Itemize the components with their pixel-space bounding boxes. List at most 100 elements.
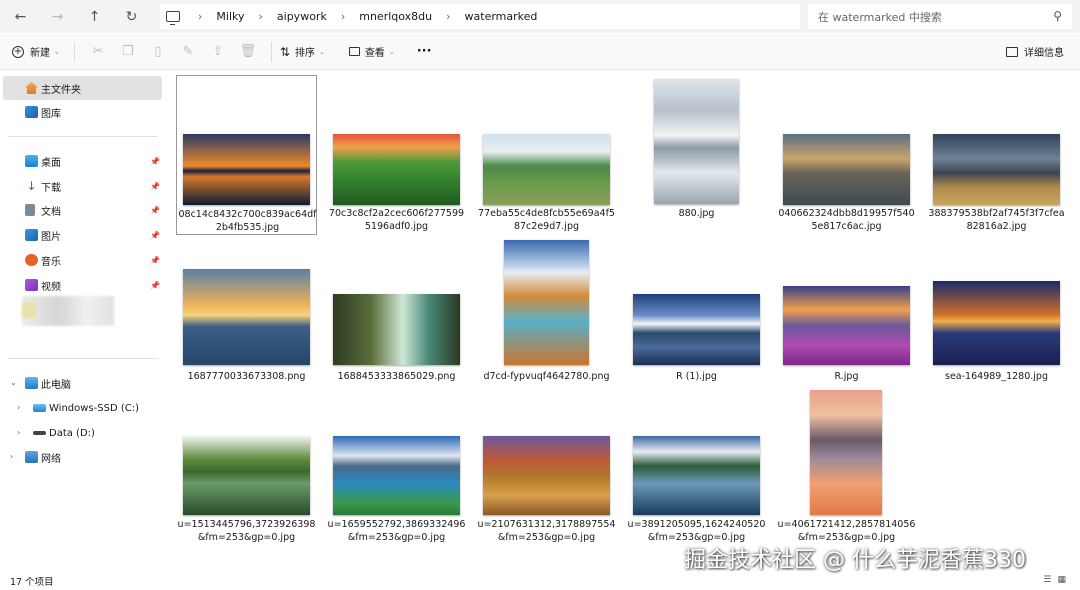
sidebar-item-videos[interactable]: 视频 📌: [3, 273, 162, 297]
breadcrumb-item-current[interactable]: watermarked: [465, 10, 538, 23]
chevron-down-icon: ⌄: [318, 47, 325, 56]
sort-button[interactable]: ⇅ 排序 ⌄: [280, 34, 325, 70]
file-name: u=4061721412,2857814056&fm=253&gp=0.jpg: [777, 519, 916, 543]
paste-icon[interactable]: ▯: [143, 34, 173, 70]
sidebar-item-label: 音乐: [41, 256, 61, 268]
sidebar-item-label: 图库: [41, 108, 61, 120]
file-name: 040662324dbb8d19957f5405e817c6ac.jpg: [778, 208, 915, 232]
view-toggle: ☰ ▦: [1043, 575, 1066, 585]
thumbnail: [504, 240, 589, 365]
breadcrumb[interactable]: › Milky › aipywork › mnerlqox8du › water…: [160, 4, 800, 29]
breadcrumb-item[interactable]: Milky: [216, 10, 244, 23]
sidebar-item-pictures[interactable]: 图片 📌: [3, 223, 162, 247]
chevron-down-icon: ⌄: [54, 47, 60, 56]
file-name: 1688453333865029.png: [337, 371, 456, 382]
pin-icon[interactable]: 📌: [150, 206, 160, 215]
details-pane-button[interactable]: 详细信息: [1006, 34, 1064, 70]
file-tile[interactable]: R.jpg: [776, 235, 917, 395]
rename-icon[interactable]: ✎: [173, 34, 203, 70]
thumbnail: [333, 436, 460, 515]
delete-icon[interactable]: 🗑: [233, 34, 263, 70]
file-tile[interactable]: 880.jpg: [626, 75, 767, 235]
navigation-pane: 主文件夹 图库 桌面 📌 ↓ 下载 📌 文档 📌 图片 📌 音乐 📌 视频 📌 …: [0, 70, 166, 572]
file-tile[interactable]: 08c14c8432c700c839ac64df2b4fb535.jpg: [176, 75, 317, 235]
command-bar: + 新建 ⌄ ✂ ❐ ▯ ✎ ⇪ 🗑 ⇅ 排序 ⌄ 查看 ⌄ ··· 详细信息: [0, 34, 1080, 70]
drive-icon: [33, 431, 46, 435]
file-tile[interactable]: u=1513445796,3723926398&fm=253&gp=0.jpg: [176, 387, 317, 547]
pin-icon[interactable]: 📌: [150, 281, 160, 290]
pin-icon[interactable]: 📌: [150, 231, 160, 240]
up-button[interactable]: ↑: [76, 0, 113, 33]
copy-icon[interactable]: ❐: [113, 34, 143, 70]
sidebar-item-label: 主文件夹: [41, 84, 81, 96]
videos-icon: [25, 279, 38, 291]
computer-icon: [25, 377, 38, 389]
sidebar-item-downloads[interactable]: ↓ 下载 📌: [3, 174, 162, 198]
thumbnail: [933, 281, 1060, 365]
thumbnail: [783, 134, 910, 205]
sidebar-item-desktop[interactable]: 桌面 📌: [3, 149, 162, 173]
cut-icon[interactable]: ✂: [83, 34, 113, 70]
pin-icon[interactable]: 📌: [150, 182, 160, 191]
view-icon: [348, 47, 360, 56]
file-tile[interactable]: 70c3c8cf2a2cec606f2775995196adf0.jpg: [326, 75, 467, 235]
file-tile[interactable]: 388379538bf2af745f3f7cfea82816a2.jpg: [926, 75, 1067, 235]
watermark-text: 掘金技术社区 @ 什么芋泥香蕉330: [684, 548, 1026, 573]
new-button[interactable]: + 新建 ⌄: [12, 34, 60, 70]
sidebar-item-network[interactable]: 网络: [3, 445, 162, 469]
network-icon: [25, 451, 38, 463]
view-label: 查看: [364, 48, 385, 59]
file-tile[interactable]: u=4061721412,2857814056&fm=253&gp=0.jpg: [776, 387, 917, 547]
sidebar-item-drive-c[interactable]: Windows-SSD (C:): [3, 396, 162, 420]
pin-icon[interactable]: 📌: [150, 256, 160, 265]
file-tile[interactable]: u=2107631312,3178897554&fm=253&gp=0.jpg: [476, 387, 617, 547]
download-icon: ↓: [26, 179, 37, 193]
sidebar-item-documents[interactable]: 文档 📌: [3, 198, 162, 222]
refresh-button[interactable]: ↻: [113, 0, 150, 33]
thumbnail: [333, 134, 460, 205]
details-view-icon[interactable]: ☰: [1043, 575, 1051, 585]
file-tile[interactable]: 1688453333865029.png: [326, 235, 467, 395]
thumbnail: [483, 134, 610, 205]
sidebar-item-label: 网络: [41, 453, 61, 465]
tiles-view-icon[interactable]: ▦: [1057, 575, 1066, 585]
file-name: u=1513445796,3723926398&fm=253&gp=0.jpg: [177, 519, 316, 543]
file-tile[interactable]: 040662324dbb8d19957f5405e817c6ac.jpg: [776, 75, 917, 235]
sort-icon: ⇅: [279, 44, 290, 59]
sidebar-item-drive-d[interactable]: Data (D:): [3, 421, 162, 445]
file-tile[interactable]: 1687770033673308.png: [176, 235, 317, 395]
breadcrumb-item[interactable]: mnerlqox8du: [359, 10, 432, 23]
sidebar-item-this-pc[interactable]: 此电脑: [3, 371, 162, 395]
divider: [8, 136, 158, 137]
file-name: 70c3c8cf2a2cec606f2775995196adf0.jpg: [328, 208, 465, 232]
file-name: sea-164989_1280.jpg: [945, 371, 1048, 382]
divider: [8, 358, 158, 359]
more-options-button[interactable]: ···: [417, 34, 432, 70]
breadcrumb-item[interactable]: aipywork: [277, 10, 327, 23]
sidebar-item-label: 图片: [41, 231, 61, 243]
share-icon[interactable]: ⇪: [203, 34, 233, 70]
file-tile[interactable]: u=3891205095,1624240520&fm=253&gp=0.jpg: [626, 387, 767, 547]
pin-icon[interactable]: 📌: [150, 157, 160, 166]
thumbnail: [183, 134, 310, 205]
sidebar-item-gallery[interactable]: 图库: [3, 100, 162, 124]
back-button[interactable]: ←: [2, 0, 39, 33]
file-tile[interactable]: R (1).jpg: [626, 235, 767, 395]
status-bar: 17 个项目 ☰ ▦: [0, 572, 1080, 590]
forward-button[interactable]: →: [39, 0, 76, 33]
computer-icon: [166, 11, 180, 25]
sidebar-item-music[interactable]: 音乐 📌: [3, 248, 162, 272]
file-tile[interactable]: 77eba55c4de8fcb55e69a4f587c2e9d7.jpg: [476, 75, 617, 235]
sidebar-item-label: 文档: [41, 206, 61, 218]
divider: [270, 41, 272, 62]
view-button[interactable]: 查看 ⌄: [348, 34, 395, 70]
file-tile[interactable]: u=1659552792,3869332496&fm=253&gp=0.jpg: [326, 387, 467, 547]
sidebar-item-label: Data (D:): [49, 427, 95, 439]
item-count: 17 个项目: [10, 577, 54, 588]
file-name: R (1).jpg: [676, 371, 717, 382]
search-input[interactable]: 在 watermarked 中搜索 ⚲: [808, 4, 1072, 29]
file-tile[interactable]: d7cd-fypvuqf4642780.png: [476, 235, 617, 395]
sidebar-item-home[interactable]: 主文件夹: [3, 76, 162, 100]
file-tile[interactable]: sea-164989_1280.jpg: [926, 235, 1067, 395]
file-name: 77eba55c4de8fcb55e69a4f587c2e9d7.jpg: [478, 208, 615, 232]
